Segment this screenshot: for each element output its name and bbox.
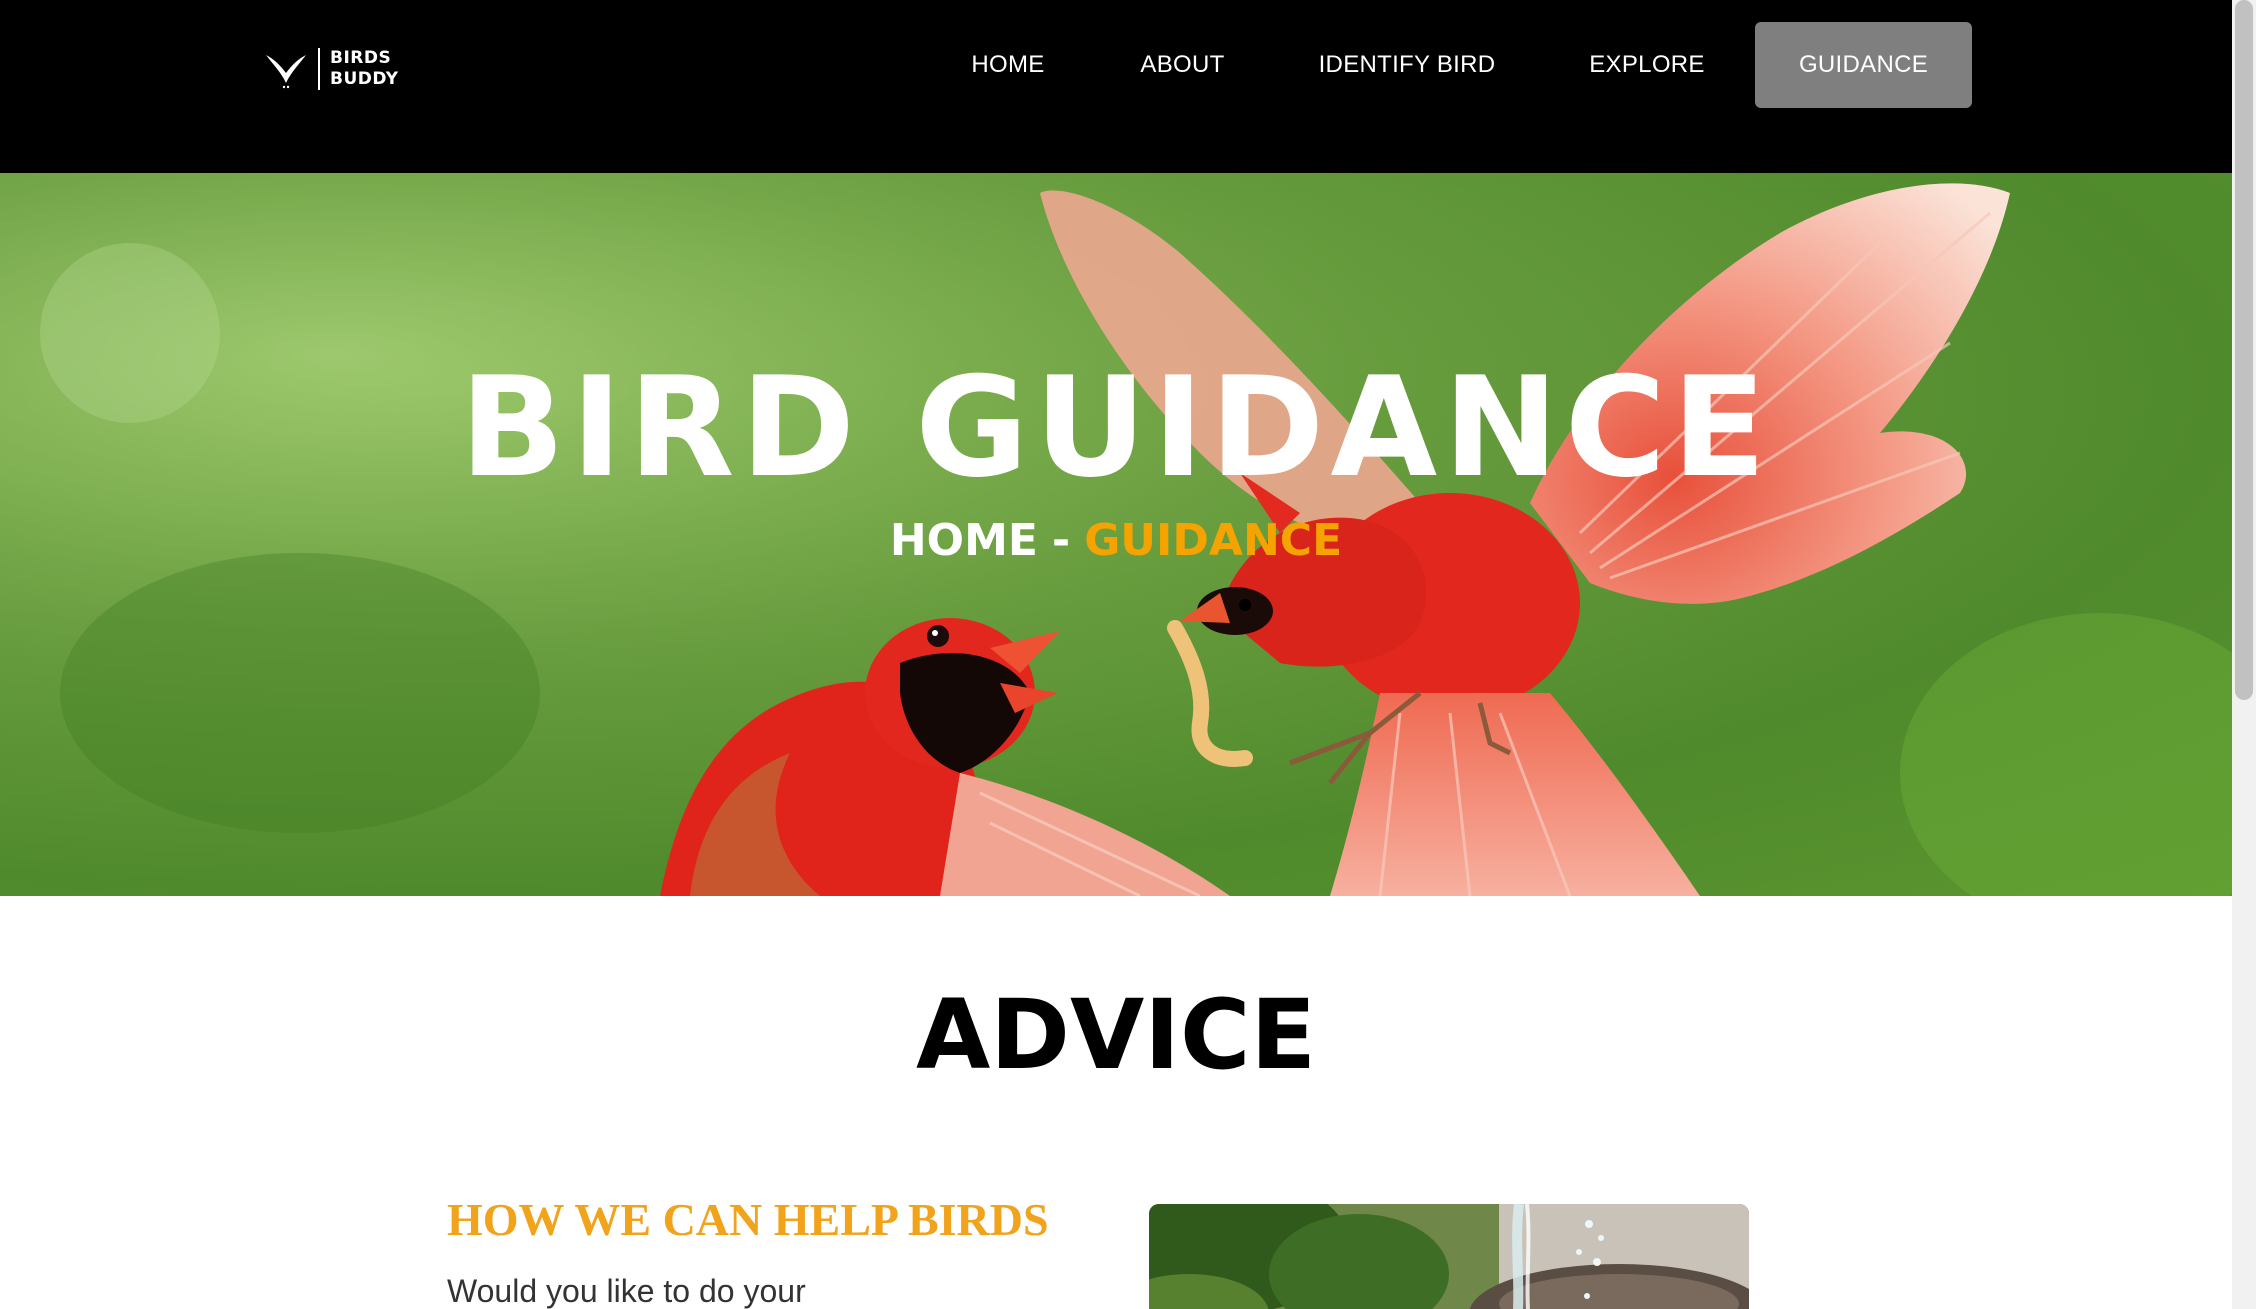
nav-home-link[interactable]: HOME	[957, 22, 1059, 108]
hero-title: BIRD GUIDANCE	[459, 347, 1773, 508]
brand-line-2: BUDDY	[330, 69, 399, 89]
help-birds-text: Would you like to do your	[447, 1273, 806, 1309]
scrollbar-thumb[interactable]	[2235, 0, 2253, 700]
breadcrumb-current: GUIDANCE	[1084, 515, 1343, 566]
page: BIRDS BUDDY HOME ABOUT IDENTIFY BIRD EXP…	[0, 0, 2256, 1309]
logo-divider	[318, 48, 320, 90]
brand-logo[interactable]: BIRDS BUDDY	[264, 44, 399, 94]
bird-bath-image	[1149, 1204, 1749, 1309]
breadcrumb-separator: -	[1051, 515, 1071, 566]
brand-name: BIRDS BUDDY	[330, 48, 399, 90]
nav-explore-link[interactable]: EXPLORE	[1574, 22, 1720, 108]
advice-heading: ADVICE	[915, 979, 1317, 1091]
nav-identify-bird-link[interactable]: IDENTIFY BIRD	[1310, 22, 1504, 108]
nav-about-link[interactable]: ABOUT	[1125, 22, 1240, 108]
nav-guidance-link[interactable]: GUIDANCE	[1755, 22, 1972, 108]
hero-banner: BIRD GUIDANCE HOME - GUIDANCE	[0, 173, 2232, 896]
navbar: BIRDS BUDDY HOME ABOUT IDENTIFY BIRD EXP…	[0, 0, 2232, 173]
brand-line-1: BIRDS	[330, 48, 392, 68]
page-scrollbar[interactable]	[2232, 0, 2256, 1309]
help-birds-title: HOW WE CAN HELP BIRDS	[447, 1194, 1049, 1245]
breadcrumb: HOME - GUIDANCE	[0, 513, 2232, 569]
bird-logo-icon	[266, 55, 306, 89]
bird-bath-illustration	[1149, 1204, 1749, 1309]
breadcrumb-home-link[interactable]: HOME	[890, 515, 1038, 566]
